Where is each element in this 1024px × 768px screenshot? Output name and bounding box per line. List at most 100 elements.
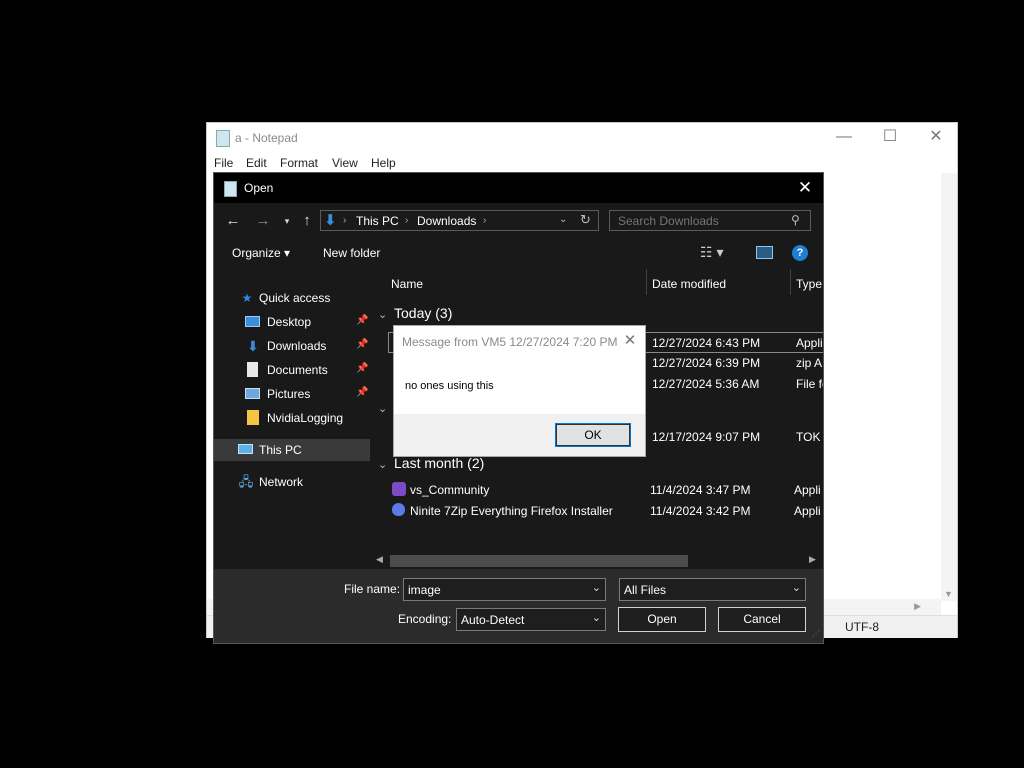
address-dropdown-chevron-icon[interactable]: ⌄ bbox=[559, 214, 567, 225]
back-arrow-icon[interactable]: ← bbox=[223, 211, 243, 231]
search-icon[interactable]: ⚲ bbox=[791, 213, 800, 227]
message-box: Message from VM5 12/27/2024 7:20 PM ✕ no… bbox=[393, 325, 646, 457]
chevron-down-icon: ⌄ bbox=[378, 309, 388, 321]
maximize-button[interactable]: ☐ bbox=[867, 123, 913, 153]
column-name[interactable]: Name bbox=[391, 277, 423, 291]
group-header[interactable]: ⌄ bbox=[378, 399, 394, 415]
recent-locations-chevron-icon[interactable]: ▾ bbox=[277, 211, 297, 231]
breadcrumb-chevron-icon: › bbox=[343, 215, 347, 226]
download-arrow-icon: ⬇ bbox=[324, 212, 337, 229]
group-label: Today (3) bbox=[394, 305, 453, 321]
search-input[interactable] bbox=[609, 210, 811, 231]
nav-item-label: Pictures bbox=[267, 387, 311, 401]
nav-item-downloads[interactable]: ⬇ Downloads 📌 bbox=[214, 335, 370, 357]
close-icon[interactable]: ✕ bbox=[790, 177, 820, 199]
computer-icon bbox=[238, 444, 253, 454]
close-button[interactable]: ✕ bbox=[913, 123, 959, 153]
file-date: 12/27/2024 5:36 AM bbox=[652, 377, 760, 391]
help-icon[interactable]: ? bbox=[792, 245, 808, 261]
nav-item-pictures[interactable]: Pictures 📌 bbox=[214, 383, 370, 405]
group-header-today[interactable]: ⌄ Today (3) bbox=[378, 305, 452, 321]
message-title: Message from VM5 12/27/2024 7:20 PM bbox=[402, 335, 618, 349]
nav-item-label: Documents bbox=[267, 363, 328, 377]
pictures-icon bbox=[245, 388, 260, 399]
resize-grip-icon[interactable]: ⋰ bbox=[812, 629, 820, 638]
breadcrumb-chevron-icon: › bbox=[405, 215, 409, 226]
address-bar[interactable]: ⬇ › This PC › Downloads › ⌄ ↻ bbox=[320, 210, 599, 231]
nav-item-label: Quick access bbox=[259, 291, 331, 305]
nav-item-quick-access[interactable]: ★ Quick access bbox=[214, 287, 370, 309]
column-type[interactable]: Type bbox=[796, 277, 822, 291]
chevron-down-icon[interactable]: ⌄ bbox=[592, 581, 601, 594]
menu-view[interactable]: View bbox=[332, 156, 358, 170]
scrollbar-thumb[interactable] bbox=[390, 555, 688, 567]
breadcrumb-this-pc[interactable]: This PC bbox=[356, 214, 399, 228]
message-footer: OK bbox=[394, 414, 645, 456]
file-date: 12/27/2024 6:43 PM bbox=[652, 336, 761, 350]
nav-item-label: Downloads bbox=[267, 339, 327, 353]
nav-item-nvidialogging[interactable]: NvidiaLogging bbox=[214, 407, 370, 429]
encoding-select[interactable]: Auto-Detect ⌄ bbox=[456, 608, 606, 631]
file-row[interactable]: Ninite 7Zip Everything Firefox Installer… bbox=[388, 501, 823, 522]
file-name-field[interactable]: image ⌄ bbox=[403, 578, 606, 601]
file-type: Appli bbox=[796, 336, 823, 350]
forward-arrow-icon[interactable]: → bbox=[253, 211, 273, 231]
menu-file[interactable]: File bbox=[214, 156, 233, 170]
refresh-icon[interactable]: ↻ bbox=[580, 212, 591, 228]
chevron-down-icon[interactable]: ⌄ bbox=[792, 581, 801, 594]
column-divider[interactable] bbox=[790, 269, 791, 295]
network-icon: 🖧 bbox=[238, 474, 254, 489]
scroll-left-icon[interactable]: ◀ bbox=[376, 554, 383, 565]
menu-help[interactable]: Help bbox=[371, 156, 396, 170]
file-name-value: image bbox=[408, 583, 441, 597]
minimize-button[interactable]: — bbox=[821, 123, 867, 153]
column-divider[interactable] bbox=[646, 269, 647, 295]
ninite-icon bbox=[392, 503, 405, 516]
preview-pane-icon[interactable] bbox=[756, 246, 773, 259]
menu-edit[interactable]: Edit bbox=[246, 156, 267, 170]
scroll-right-icon[interactable]: ▶ bbox=[914, 601, 921, 612]
group-header-last-month[interactable]: ⌄ Last month (2) bbox=[378, 455, 484, 471]
file-date: 11/4/2024 3:42 PM bbox=[650, 504, 751, 518]
open-button[interactable]: Open bbox=[618, 607, 706, 632]
organize-button[interactable]: Organize ▾ bbox=[232, 246, 290, 260]
open-dialog-titlebar[interactable]: Open ✕ bbox=[214, 173, 823, 203]
ok-button[interactable]: OK bbox=[555, 423, 631, 447]
document-icon bbox=[247, 362, 258, 377]
up-arrow-icon[interactable]: ↑ bbox=[297, 211, 317, 231]
menu-format[interactable]: Format bbox=[280, 156, 318, 170]
notepad-vertical-scrollbar[interactable]: ▼ bbox=[941, 173, 957, 601]
visual-studio-icon bbox=[392, 482, 406, 496]
file-name: Ninite 7Zip Everything Firefox Installer bbox=[410, 504, 613, 518]
file-list-horizontal-scrollbar[interactable]: ◀ ▶ bbox=[372, 551, 823, 569]
scroll-down-icon[interactable]: ▼ bbox=[944, 589, 953, 599]
navigation-bar: ← → ▾ ↑ ⬇ › This PC › Downloads › ⌄ ↻ ⚲ bbox=[214, 203, 823, 237]
notepad-titlebar[interactable]: a - Notepad — ☐ ✕ bbox=[207, 123, 957, 153]
file-row[interactable]: vs_Community 11/4/2024 3:47 PM Appli bbox=[388, 480, 823, 501]
nav-item-network[interactable]: 🖧 Network bbox=[214, 471, 370, 493]
file-name-label: File name: bbox=[344, 582, 401, 596]
cancel-button[interactable]: Cancel bbox=[718, 607, 806, 632]
view-options-icon[interactable]: ☷ ▾ bbox=[700, 244, 723, 261]
scroll-right-icon[interactable]: ▶ bbox=[809, 554, 816, 565]
breadcrumb-chevron-icon: › bbox=[483, 215, 487, 226]
navigation-pane: ★ Quick access Desktop 📌 ⬇ Downloads 📌 D… bbox=[214, 269, 372, 569]
dialog-toolbar: Organize ▾ New folder ☷ ▾ ? bbox=[214, 237, 823, 269]
encoding-value: Auto-Detect bbox=[461, 613, 525, 627]
breadcrumb-downloads[interactable]: Downloads bbox=[417, 214, 476, 228]
status-encoding: UTF-8 bbox=[845, 620, 879, 634]
column-headers: Name Date modified Type bbox=[372, 269, 823, 295]
download-arrow-icon: ⬇ bbox=[247, 338, 259, 354]
column-date-modified[interactable]: Date modified bbox=[652, 277, 726, 291]
file-type-filter-select[interactable]: All Files ⌄ bbox=[619, 578, 806, 601]
nav-item-documents[interactable]: Documents 📌 bbox=[214, 359, 370, 381]
nav-item-desktop[interactable]: Desktop 📌 bbox=[214, 311, 370, 333]
desktop-icon bbox=[245, 316, 260, 327]
close-icon[interactable]: ✕ bbox=[620, 331, 640, 351]
chevron-down-icon: ⌄ bbox=[378, 403, 388, 415]
chevron-down-icon: ⌄ bbox=[378, 459, 388, 471]
file-type: Appli bbox=[794, 504, 821, 518]
chevron-down-icon[interactable]: ⌄ bbox=[592, 611, 601, 624]
nav-item-this-pc[interactable]: This PC bbox=[214, 439, 370, 461]
new-folder-button[interactable]: New folder bbox=[323, 246, 380, 260]
